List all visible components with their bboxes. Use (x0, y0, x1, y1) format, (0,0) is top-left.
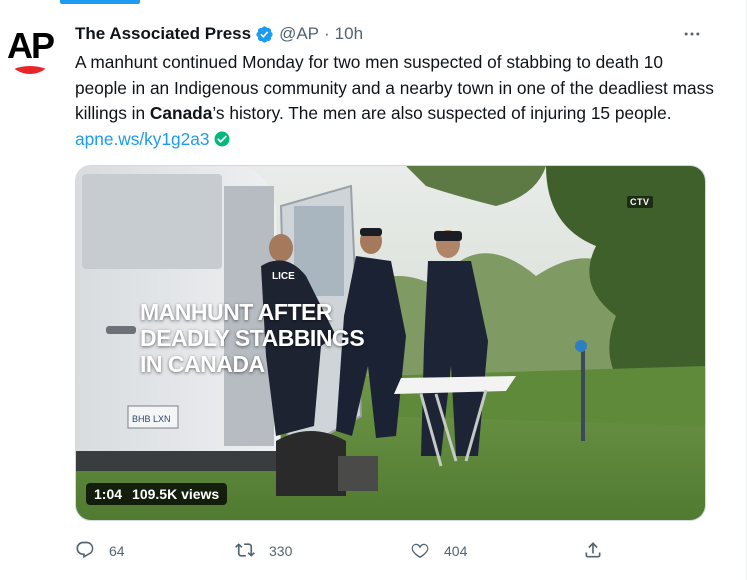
retweet-count: 330 (269, 543, 293, 559)
channel-badge: CTV (627, 196, 653, 208)
tweet-timestamp[interactable]: 10h (335, 24, 363, 44)
tweet-text-part2: ’s history. The men are also suspected o… (212, 103, 672, 123)
overlay-line-3: IN CANADA (140, 351, 265, 377)
reply-count: 64 (109, 543, 125, 559)
license-plate-text: BHB LXN (132, 414, 171, 424)
like-button[interactable]: 404 (410, 536, 467, 566)
share-icon (583, 540, 603, 563)
ap-logo-red-shape (8, 66, 52, 74)
video-views: 109.5K views (132, 486, 220, 502)
video-duration: 1:04 (94, 486, 123, 502)
more-icon[interactable] (680, 22, 704, 46)
tweet-actions: 64 330 404 (75, 536, 715, 566)
tweet-text: A manhunt continued Monday for two men s… (75, 50, 715, 152)
tweet-text-bold: Canada (149, 103, 213, 123)
author-handle[interactable]: @AP (279, 24, 319, 44)
avatar[interactable]: AP (4, 22, 56, 74)
author-name[interactable]: The Associated Press (75, 24, 251, 44)
retweet-button[interactable]: 330 (235, 536, 292, 566)
overlay-line-1: MANHUNT AFTER (140, 299, 332, 325)
tweet-header: The Associated Press @AP · 10h (75, 22, 363, 46)
video-info-badge: 1:04 109.5K views (86, 483, 228, 505)
green-check-icon (213, 130, 231, 148)
video-headline-overlay: MANHUNT AFTER DEADLY STABBINGS IN CANADA (140, 299, 400, 377)
like-count: 404 (444, 543, 468, 559)
police-vest-label: LICE (272, 271, 295, 282)
video-player[interactable]: BHB LXN LICE CTV MANHUNT AFTER DEADLY ST… (75, 165, 706, 521)
tweet-link[interactable]: apne.ws/ky1g2a3 (75, 129, 210, 149)
tweet[interactable]: AP The Associated Press @AP · 10h A manh… (0, 0, 746, 580)
like-icon (410, 540, 430, 563)
ap-logo-text: AP (6, 25, 55, 66)
share-button[interactable] (583, 536, 603, 566)
reply-icon (75, 540, 95, 563)
verified-badge-icon (255, 25, 274, 44)
separator-dot: · (324, 24, 330, 43)
reply-button[interactable]: 64 (75, 536, 125, 566)
overlay-line-2: DEADLY STABBINGS (140, 325, 365, 351)
retweet-icon (235, 540, 255, 563)
